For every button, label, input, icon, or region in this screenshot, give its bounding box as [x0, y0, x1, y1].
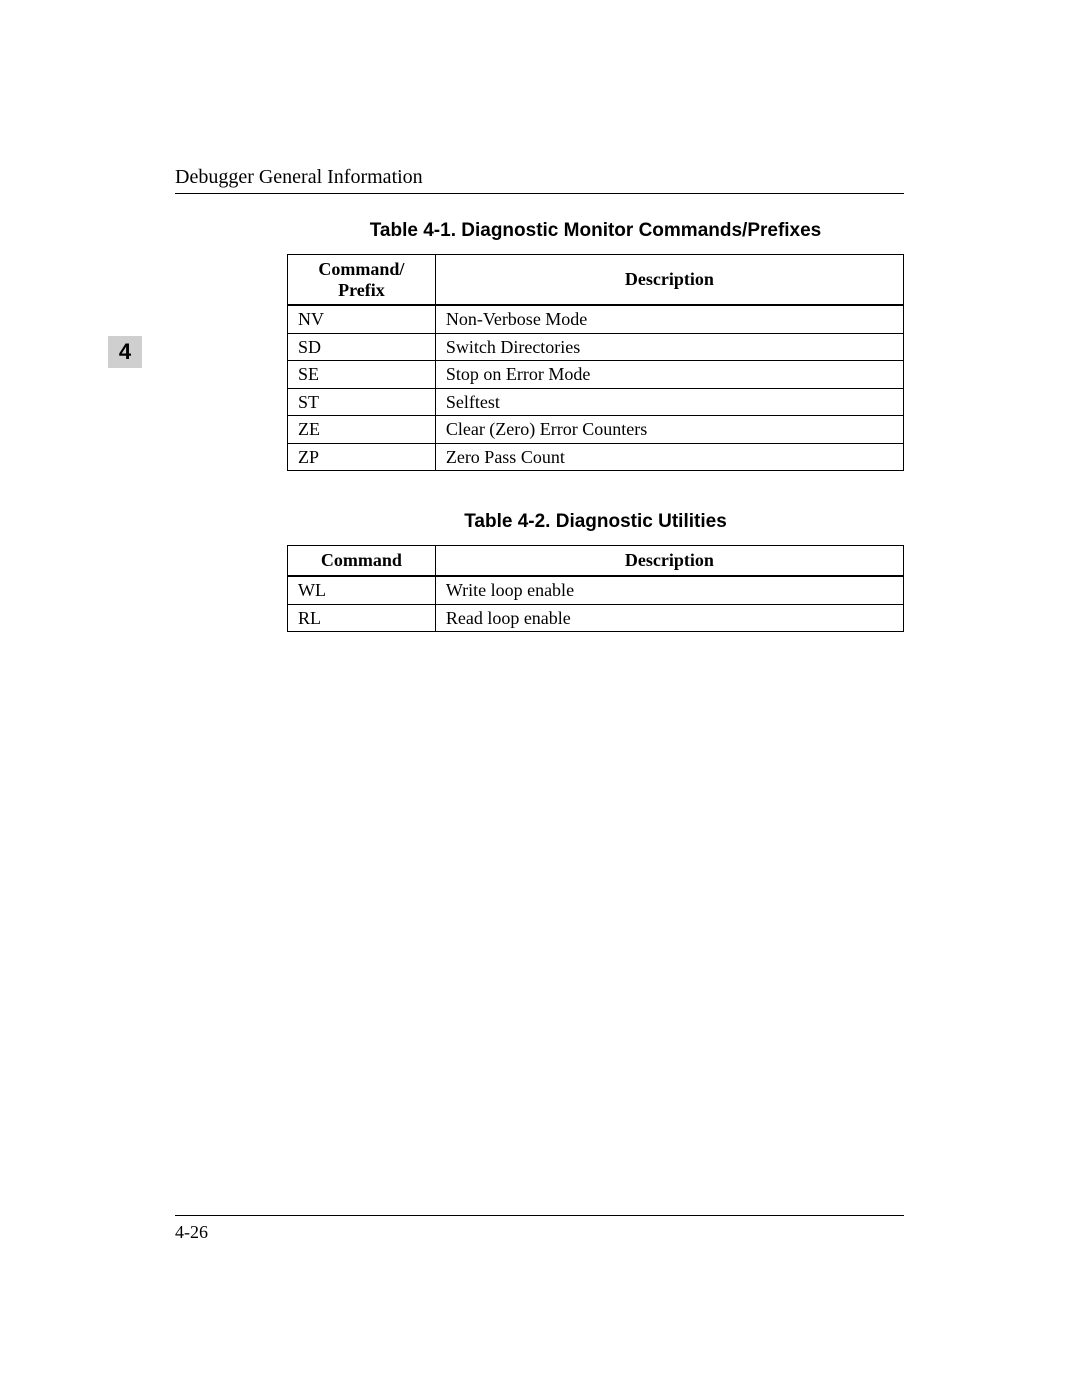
table1-desc: Switch Directories [435, 333, 903, 361]
table1-cmd: ST [288, 388, 436, 416]
table1-desc: Non-Verbose Mode [435, 305, 903, 333]
table1-cmd: SD [288, 333, 436, 361]
table2-cmd: WL [288, 576, 436, 604]
table1-cmd: SE [288, 361, 436, 389]
table2-caption: Table 4-2. Diagnostic Utilities [287, 511, 904, 533]
table-row: NV Non-Verbose Mode [288, 305, 904, 333]
table-row: SE Stop on Error Mode [288, 361, 904, 389]
header-rule [175, 193, 904, 194]
table-row: WL Write loop enable [288, 576, 904, 604]
table-row: RL Read loop enable [288, 604, 904, 632]
table2-cmd: RL [288, 604, 436, 632]
table-row: ZP Zero Pass Count [288, 443, 904, 471]
content-area: Table 4-1. Diagnostic Monitor Commands/P… [287, 220, 904, 632]
page-footer: 4-26 [175, 1215, 904, 1243]
table-row: ZE Clear (Zero) Error Counters [288, 416, 904, 444]
table1-desc: Zero Pass Count [435, 443, 903, 471]
page: Debugger General Information 4 Table 4-1… [0, 0, 1080, 1397]
table1-col1-header-line2: Prefix [338, 280, 385, 300]
table1-cmd: ZE [288, 416, 436, 444]
table1-col1-header-line1: Command/ [318, 259, 404, 279]
table2: Command Description WL Write loop enable… [287, 545, 904, 632]
page-header: Debugger General Information [175, 166, 904, 194]
table1-desc: Clear (Zero) Error Counters [435, 416, 903, 444]
table-row: ST Selftest [288, 388, 904, 416]
table1-desc: Selftest [435, 388, 903, 416]
table2-col1-header: Command [288, 546, 436, 576]
table1-cmd: NV [288, 305, 436, 333]
table1-col2-header: Description [435, 255, 903, 306]
footer-rule [175, 1215, 904, 1216]
table1-col1-header: Command/ Prefix [288, 255, 436, 306]
table2-desc: Read loop enable [435, 604, 903, 632]
table1-cmd: ZP [288, 443, 436, 471]
chapter-tab: 4 [108, 336, 142, 368]
table2-desc: Write loop enable [435, 576, 903, 604]
table-row: SD Switch Directories [288, 333, 904, 361]
table1: Command/ Prefix Description NV Non-Verbo… [287, 254, 904, 471]
table1-caption: Table 4-1. Diagnostic Monitor Commands/P… [287, 220, 904, 242]
table2-header-row: Command Description [288, 546, 904, 576]
table2-col2-header: Description [435, 546, 903, 576]
table1-desc: Stop on Error Mode [435, 361, 903, 389]
table1-header-row: Command/ Prefix Description [288, 255, 904, 306]
page-number: 4-26 [175, 1222, 904, 1243]
running-head: Debugger General Information [175, 166, 904, 189]
